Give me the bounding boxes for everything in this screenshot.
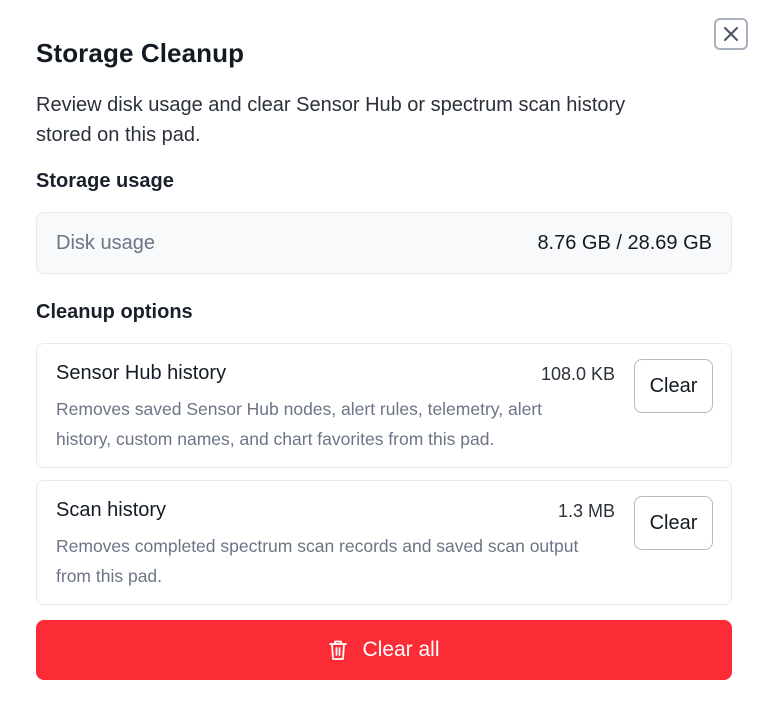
option-title: Sensor Hub history [56, 362, 227, 384]
clear-sensor-hub-button[interactable]: Clear [634, 359, 713, 413]
clear-scan-history-button[interactable]: Clear [634, 496, 713, 550]
close-button[interactable] [714, 18, 748, 50]
dialog-description: Review disk usage and clear Sensor Hub o… [36, 94, 626, 146]
disk-usage-panel: Disk usage 8.76 GB / 28.69 GB [36, 212, 732, 274]
option-title: Scan history [56, 499, 167, 521]
option-description: Removes saved Sensor Hub nodes, alert ru… [56, 399, 543, 449]
clear-all-button[interactable]: Clear all [36, 620, 732, 680]
option-size: 108.0 KB [540, 364, 615, 384]
trash-icon [329, 640, 348, 660]
close-icon [724, 27, 738, 41]
dialog-title: Storage Cleanup [36, 38, 245, 68]
disk-usage-label: Disk usage [56, 231, 155, 254]
scan-history-card: Scan history 1.3 MB Removes completed sp… [36, 480, 732, 605]
storage-usage-heading: Storage usage [36, 170, 174, 192]
option-description: Removes completed spectrum scan records … [56, 536, 579, 586]
disk-usage-value: 8.76 GB / 28.69 GB [537, 231, 712, 254]
storage-cleanup-dialog: Storage Cleanup Review disk usage and cl… [0, 0, 763, 715]
sensor-hub-history-card: Sensor Hub history 108.0 KB Removes save… [36, 343, 732, 468]
clear-all-label: Clear all [362, 638, 440, 661]
cleanup-options-heading: Cleanup options [36, 301, 193, 323]
option-size: 1.3 MB [557, 501, 615, 521]
